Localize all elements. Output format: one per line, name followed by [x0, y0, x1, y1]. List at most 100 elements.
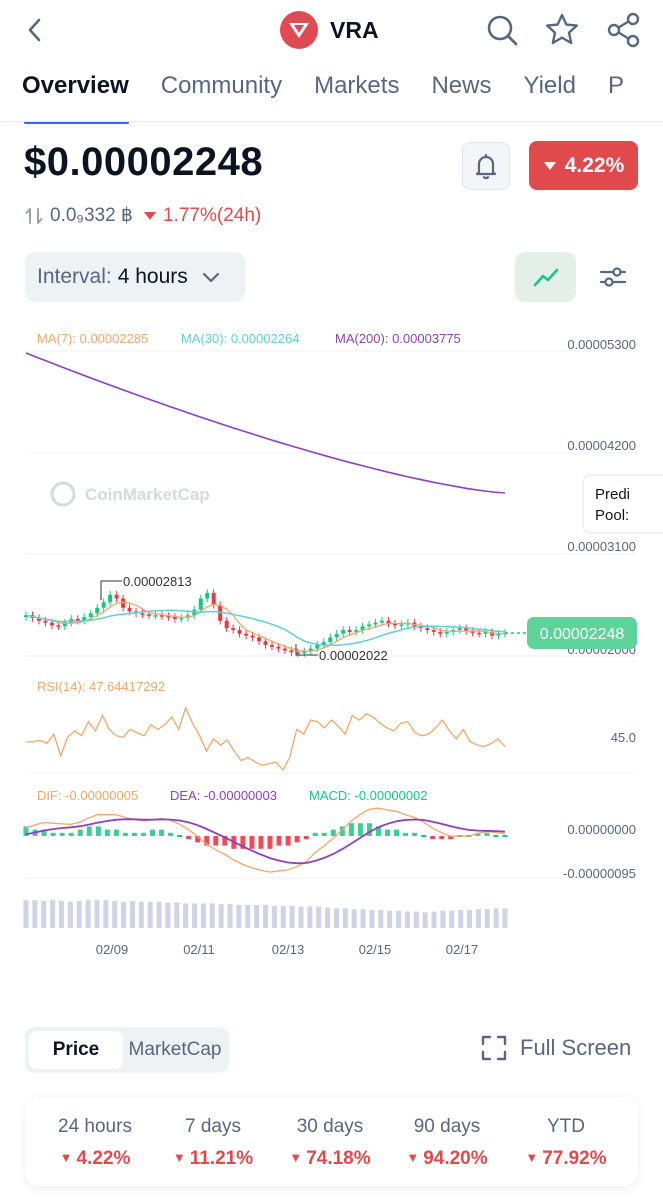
current-price-tag: 0.00002248 — [505, 617, 637, 649]
volume-bar — [502, 908, 508, 928]
candle — [95, 607, 100, 614]
candle — [425, 628, 430, 631]
macd-bar — [159, 829, 165, 836]
tab-news[interactable]: News — [431, 72, 491, 116]
price-alert-button[interactable] — [462, 142, 510, 190]
caret-down-icon: ▼ — [172, 1150, 186, 1165]
tabs-divider — [0, 121, 663, 122]
volume-bar — [209, 903, 215, 928]
caret-down-icon: ▼ — [59, 1150, 73, 1165]
volume-bar — [413, 911, 419, 928]
macd-bar — [276, 836, 282, 846]
tab-community[interactable]: Community — [161, 72, 282, 116]
x-tick-label: 02/13 — [272, 942, 305, 957]
swap-vertical-icon[interactable] — [24, 206, 44, 226]
macd-bar — [493, 835, 499, 837]
candle — [399, 624, 404, 626]
perf-7d: 7 days ▼ 11.21% — [158, 1116, 268, 1170]
tab-overview[interactable]: Overview — [22, 72, 129, 124]
sliders-icon — [599, 267, 627, 287]
perf-90d: 90 days ▼ 94.20% — [392, 1116, 502, 1170]
watchlist-button[interactable] — [542, 10, 582, 50]
candle — [341, 630, 346, 634]
candle — [237, 630, 242, 634]
price-chart[interactable]: MA(7): 0.00002285 MA(30): 0.00002264 MA(… — [0, 318, 663, 968]
chart-settings-button[interactable] — [588, 252, 638, 302]
vra-logo-icon — [280, 11, 318, 49]
candle — [257, 637, 262, 642]
candle — [49, 622, 54, 626]
macd-bar — [113, 829, 119, 836]
volume-bar — [325, 907, 331, 928]
tab-markets[interactable]: Markets — [314, 72, 399, 116]
performance-card: 24 hours ▼ 4.22% 7 days ▼ 11.21% 30 days ▼… — [25, 1098, 638, 1186]
candle — [146, 614, 151, 616]
volume-bar — [458, 909, 464, 928]
search-button[interactable] — [482, 10, 522, 50]
volume-bar — [192, 903, 198, 928]
macd-axis-label: -0.00000095 — [563, 866, 636, 881]
candle — [108, 594, 113, 603]
volume-bar — [351, 909, 357, 928]
macd-bar — [412, 832, 418, 836]
candle — [56, 625, 61, 627]
macd-bar — [213, 836, 219, 846]
candle — [444, 631, 449, 634]
btc-price-row: 0.0₉332 ฿ 1.77%(24h) — [24, 204, 261, 227]
caret-down-icon: ▼ — [525, 1150, 539, 1165]
candle — [114, 594, 119, 599]
volume-bar — [218, 904, 224, 928]
prediction-pool-tag[interactable]: Predi Pool: — [582, 474, 663, 534]
rsi-axis-label: 45.0 — [611, 730, 636, 745]
rsi-line — [26, 705, 506, 772]
trend-line-icon — [533, 268, 558, 287]
price-change-badge: 4.22% — [529, 141, 638, 190]
mode-price-button[interactable]: Price — [29, 1031, 123, 1069]
macd-axis-label: 0.00000000 — [567, 822, 636, 837]
macd-bar — [403, 832, 409, 836]
perf-30d: 30 days ▼ 74.18% — [275, 1116, 385, 1170]
line-chart-toggle[interactable] — [515, 252, 576, 302]
volume-bar — [165, 902, 171, 928]
macd-bar — [77, 829, 83, 836]
chart-mode-toggle: Price MarketCap — [25, 1027, 229, 1073]
volume-bar — [58, 900, 64, 928]
candle — [282, 648, 287, 651]
svg-text:0.00002248: 0.00002248 — [540, 626, 625, 643]
volume-bar — [138, 901, 144, 928]
volume-bar — [467, 909, 473, 928]
high-marker: 0.00002813 — [100, 574, 192, 600]
macd-bar — [258, 836, 264, 849]
volume-bar — [493, 908, 499, 928]
volume-bar — [23, 900, 29, 928]
top-bar: VRA — [0, 0, 663, 60]
volume-bar — [200, 903, 206, 928]
candle — [334, 633, 339, 638]
rsi-legend: RSI(14): 47.64417292 — [37, 679, 165, 694]
volume-bar — [404, 911, 410, 928]
share-button[interactable] — [604, 10, 644, 50]
candle — [263, 641, 268, 645]
perf-ytd: YTD ▼ 77.92% — [511, 1116, 621, 1170]
candle — [380, 620, 385, 623]
volume-bar — [156, 901, 162, 928]
dif-legend: DIF: -0.00000005 — [37, 788, 138, 803]
volume-bar — [360, 909, 366, 928]
fullscreen-button[interactable]: Full Screen — [480, 1034, 631, 1062]
perf-value: ▼ 94.20% — [406, 1148, 488, 1169]
back-button[interactable] — [18, 12, 54, 48]
price-axis-label: 0.00003100 — [567, 539, 636, 554]
volume-bar — [94, 900, 100, 928]
tab-partial[interactable]: P — [608, 72, 624, 116]
candle — [172, 617, 177, 619]
mode-marketcap-button[interactable]: MarketCap — [125, 1031, 225, 1069]
volume-bar — [245, 905, 251, 928]
tab-yield[interactable]: Yield — [523, 72, 575, 116]
btc-change: 1.77%(24h) — [163, 204, 262, 226]
svg-text:0.00002022: 0.00002022 — [319, 648, 388, 663]
interval-dropdown[interactable]: Interval: 4 hours — [25, 252, 245, 302]
ma30-legend: MA(30): 0.00002264 — [181, 331, 300, 346]
macd-bar — [104, 829, 110, 836]
volume-bar — [289, 905, 295, 928]
volume-bar — [298, 906, 304, 928]
